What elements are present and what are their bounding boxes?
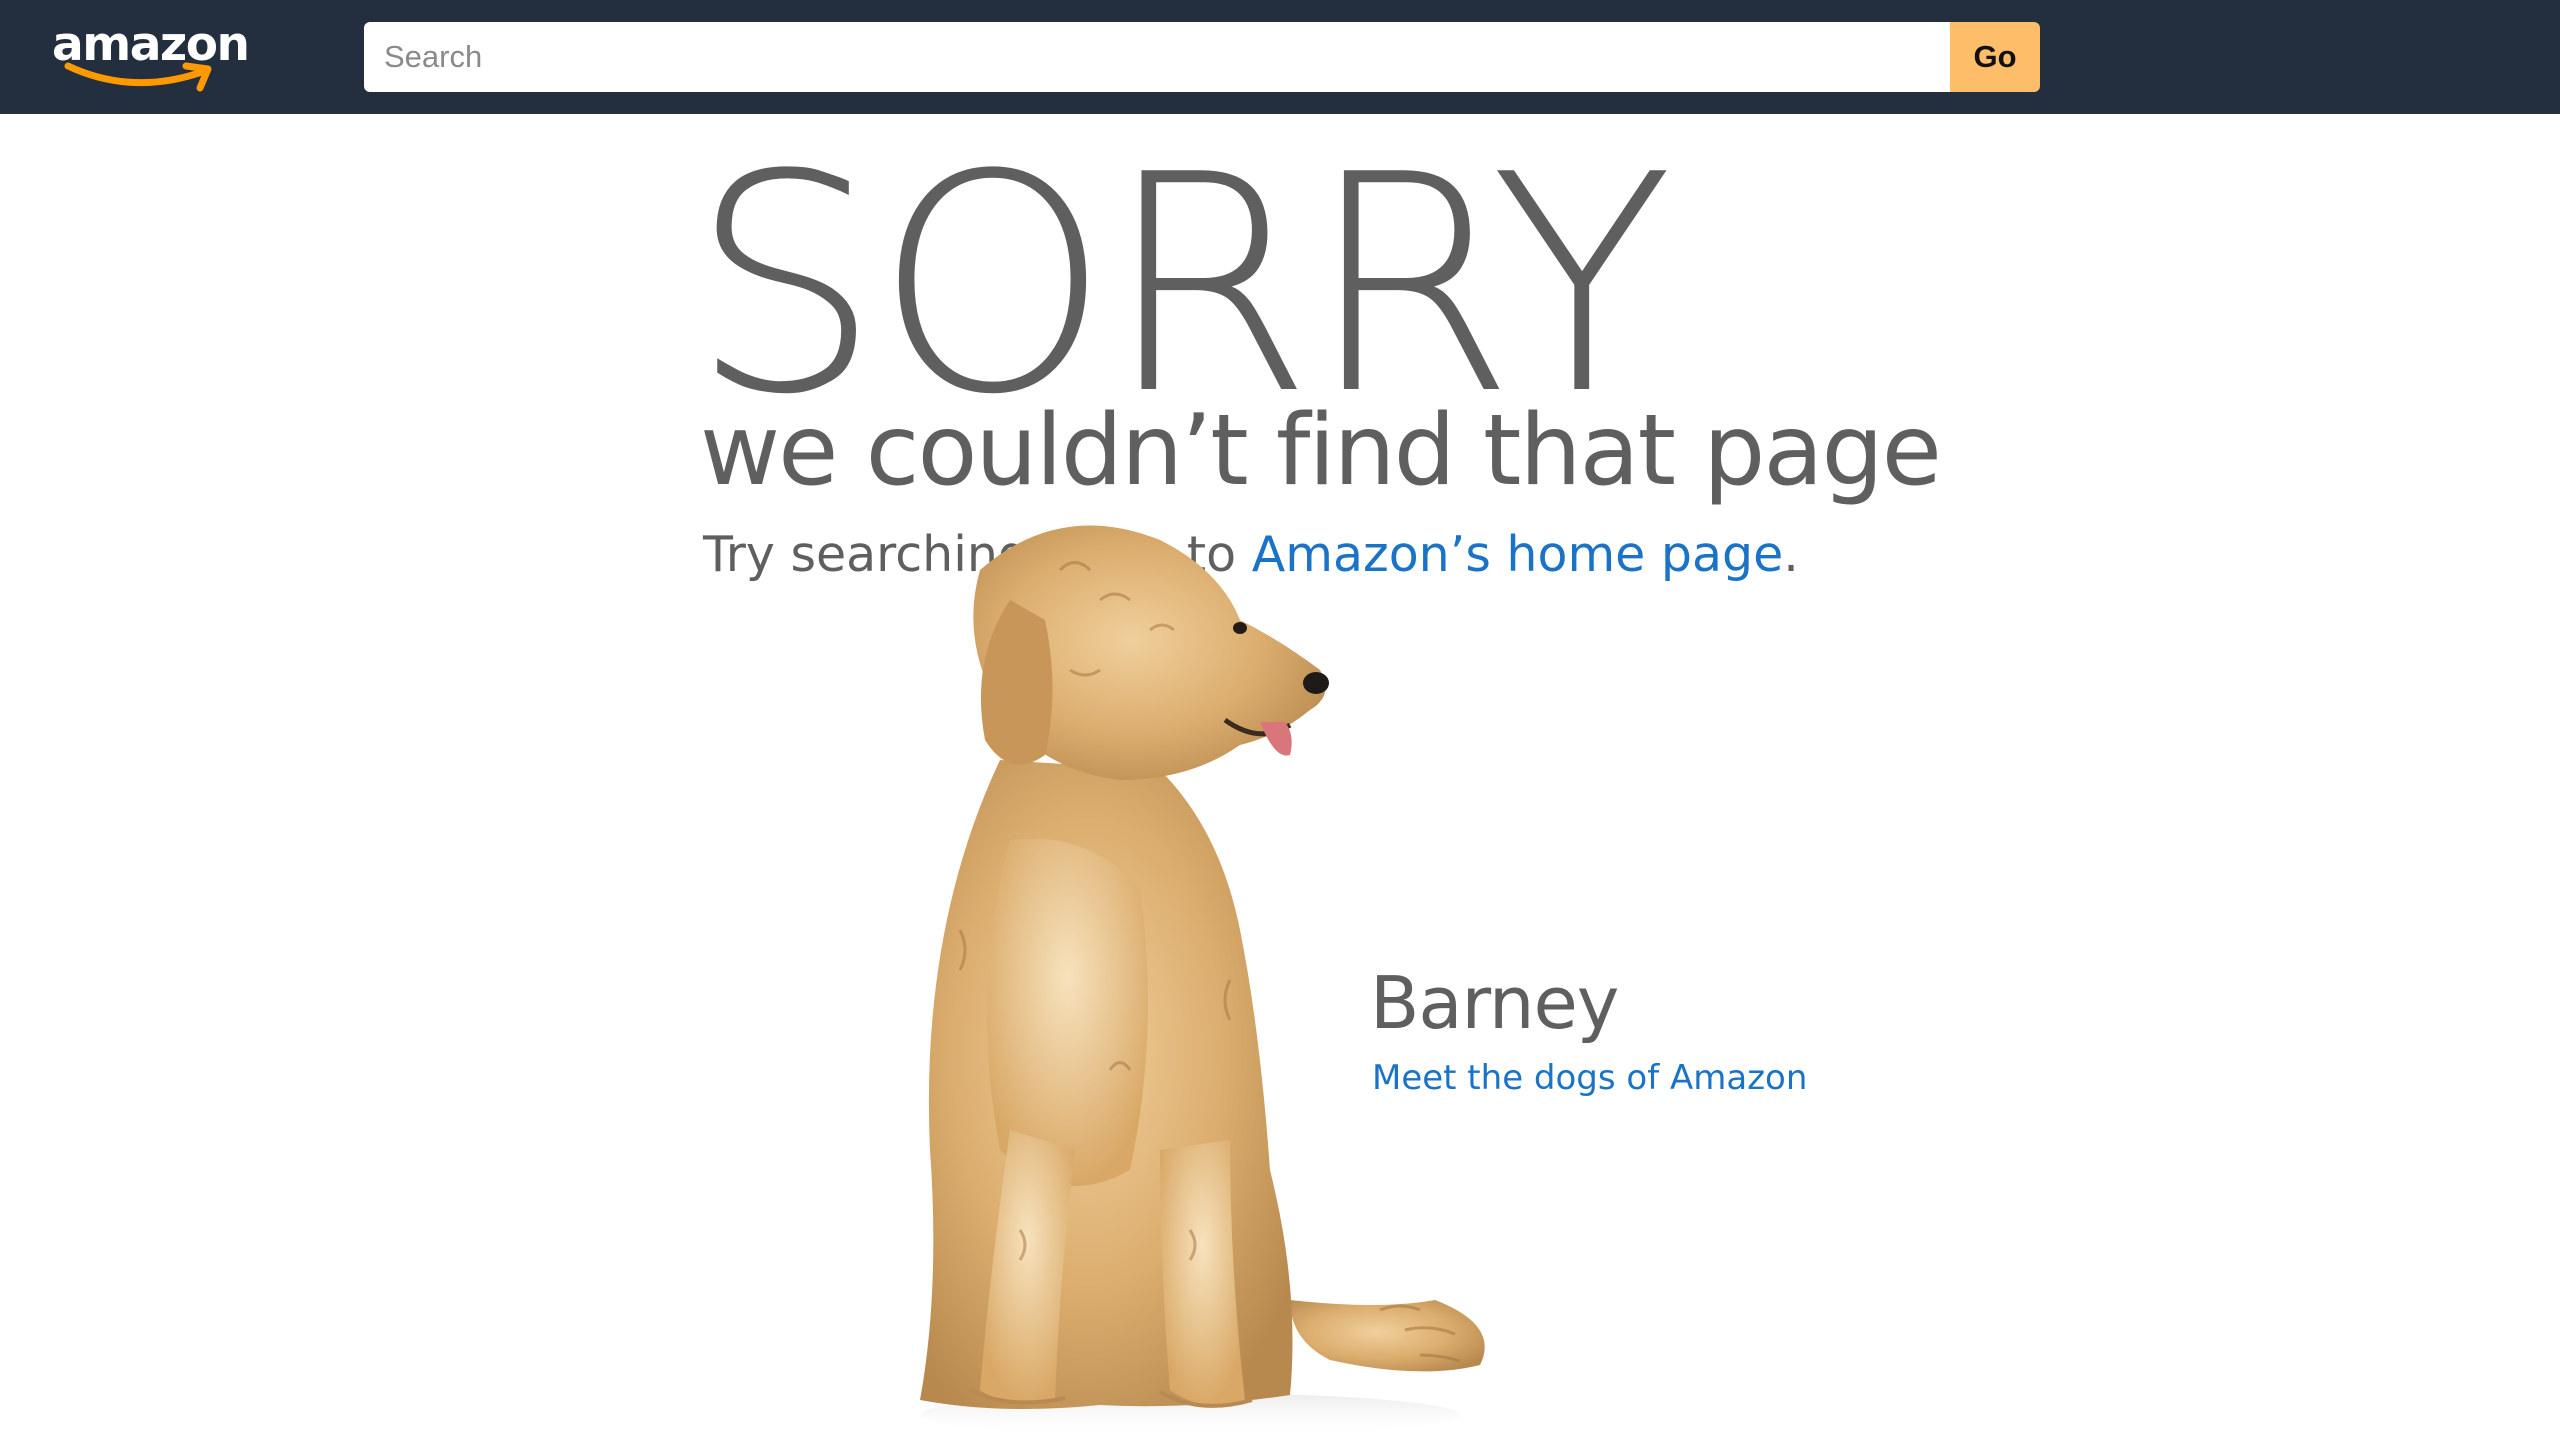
dog-name: Barney xyxy=(1370,961,1619,1045)
go-button[interactable]: Go xyxy=(1950,22,2040,92)
search-input[interactable] xyxy=(364,22,1950,92)
amazon-logo[interactable]: amazon xyxy=(52,14,252,94)
search-form: Go xyxy=(364,22,2040,92)
top-nav-bar: amazon Go xyxy=(0,0,2560,114)
error-subtitle: we couldn’t find that page xyxy=(700,394,1942,508)
amazon-smile-arrow-icon xyxy=(64,62,212,92)
meet-dogs-link[interactable]: Meet the dogs of Amazon xyxy=(1372,1054,1807,1102)
hint-suffix: . xyxy=(1783,526,1799,583)
